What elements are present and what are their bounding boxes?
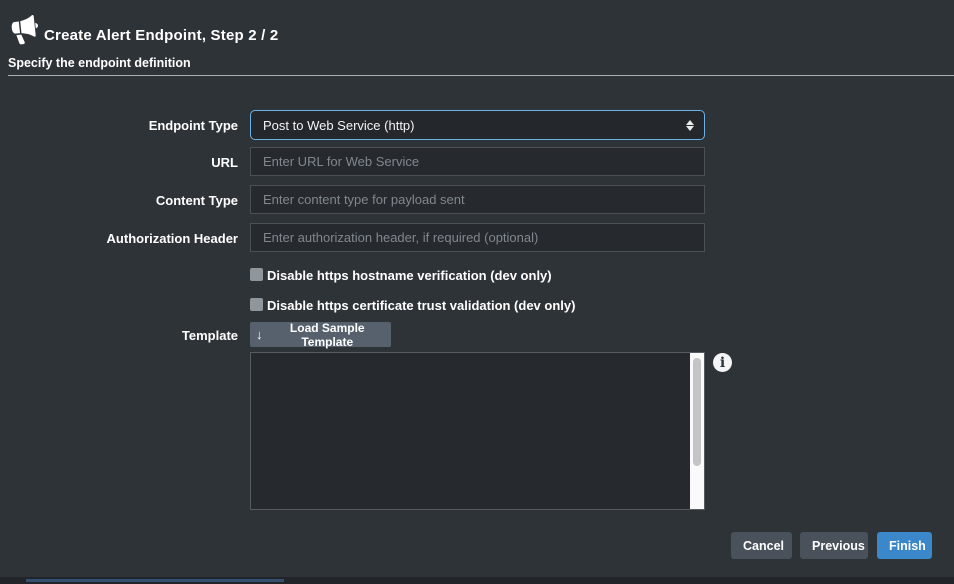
template-textarea[interactable] [251,353,690,509]
load-sample-template-button[interactable]: ↓ Load Sample Template [250,322,391,347]
dialog-subtitle: Specify the endpoint definition [8,56,191,70]
textarea-scrollbar[interactable] [690,353,704,509]
select-stepper-icon [686,120,694,131]
authorization-header-label: Authorization Header [107,231,238,246]
header-divider [8,75,954,76]
finish-button[interactable]: Finish [877,532,932,559]
disable-certificate-validation-checkbox[interactable] [250,298,263,311]
download-arrow-icon: ↓ [256,328,263,341]
endpoint-type-label: Endpoint Type [149,118,238,133]
template-textarea-wrapper [250,352,705,510]
background-page-edge [0,577,954,584]
disable-hostname-verification-checkbox[interactable] [250,268,263,281]
disable-hostname-verification-label: Disable https hostname verification (dev… [267,268,552,283]
clipped-background-text [26,579,284,582]
disable-certificate-validation-label: Disable https certificate trust validati… [267,298,575,313]
url-label: URL [211,155,238,170]
authorization-header-input[interactable] [250,223,705,252]
content-type-label: Content Type [156,193,238,208]
previous-button[interactable]: Previous [800,532,868,559]
megaphone-icon [8,14,42,46]
cancel-button[interactable]: Cancel [731,532,792,559]
dialog-title: Create Alert Endpoint, Step 2 / 2 [44,27,278,44]
endpoint-type-select[interactable]: Post to Web Service (http) [250,110,705,140]
load-sample-template-label: Load Sample Template [270,321,386,349]
url-input[interactable] [250,147,705,176]
endpoint-type-selected-value: Post to Web Service (http) [263,118,415,133]
textarea-scrollbar-thumb[interactable] [693,358,701,466]
info-icon[interactable]: i [713,353,732,372]
template-label: Template [182,328,238,343]
content-type-input[interactable] [250,185,705,214]
